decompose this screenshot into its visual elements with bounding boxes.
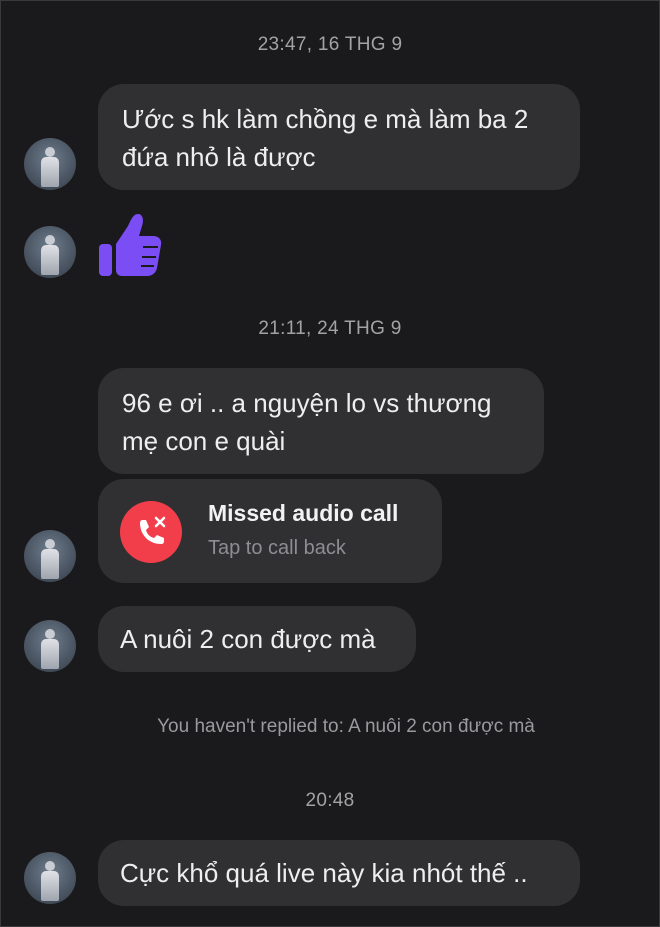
avatar-figure-body: [41, 245, 59, 275]
message-bubble[interactable]: Cực khổ quá live này kia nhót thế ..: [98, 840, 580, 906]
avatar-figure-head: [45, 539, 55, 549]
message-bubble[interactable]: A nuôi 2 con được mà: [98, 606, 416, 672]
avatar[interactable]: [24, 226, 76, 278]
avatar-figure-head: [45, 861, 55, 871]
avatar-figure-body: [41, 639, 59, 669]
missed-call-title: Missed audio call: [208, 500, 399, 526]
missed-call-icon: [120, 501, 182, 563]
timestamp-divider: 20:48: [305, 790, 355, 811]
phone-x-icon: [140, 516, 166, 544]
avatar-figure-head: [45, 147, 55, 157]
message-text: A nuôi 2 con được mà: [120, 624, 376, 654]
timestamp-divider: 23:47, 16 THG 9: [257, 34, 403, 55]
message-bubble[interactable]: Ước s hk làm chồng e mà làm ba 2 đứa nhỏ…: [98, 84, 580, 190]
avatar[interactable]: [24, 138, 76, 190]
message-bubble[interactable]: 96 e ơi .. a nguyện lo vs thương mẹ con …: [98, 368, 544, 474]
avatar-figure-head: [45, 629, 55, 639]
timestamp-divider: 21:11, 24 THG 9: [258, 318, 402, 339]
message-text: Ước s hk làm chồng e mà làm ba 2 đứa nhỏ…: [122, 104, 529, 172]
avatar-figure-body: [41, 549, 59, 579]
avatar-figure-head: [45, 235, 55, 245]
avatar-figure-body: [41, 871, 59, 901]
call-back-prompt[interactable]: Tap to call back: [208, 537, 346, 560]
avatar[interactable]: [24, 530, 76, 582]
avatar-figure-body: [41, 157, 59, 187]
thumbs-up-icon[interactable]: [96, 210, 164, 278]
missed-call-card[interactable]: Missed audio call Tap to call back: [98, 479, 442, 583]
avatar[interactable]: [24, 620, 76, 672]
message-text: 96 e ơi .. a nguyện lo vs thương mẹ con …: [122, 388, 492, 456]
unreplied-notice: You haven't replied to: A nuôi 2 con đượ…: [157, 716, 535, 737]
avatar[interactable]: [24, 852, 76, 904]
message-text: Cực khổ quá live này kia nhót thế ..: [120, 858, 528, 888]
